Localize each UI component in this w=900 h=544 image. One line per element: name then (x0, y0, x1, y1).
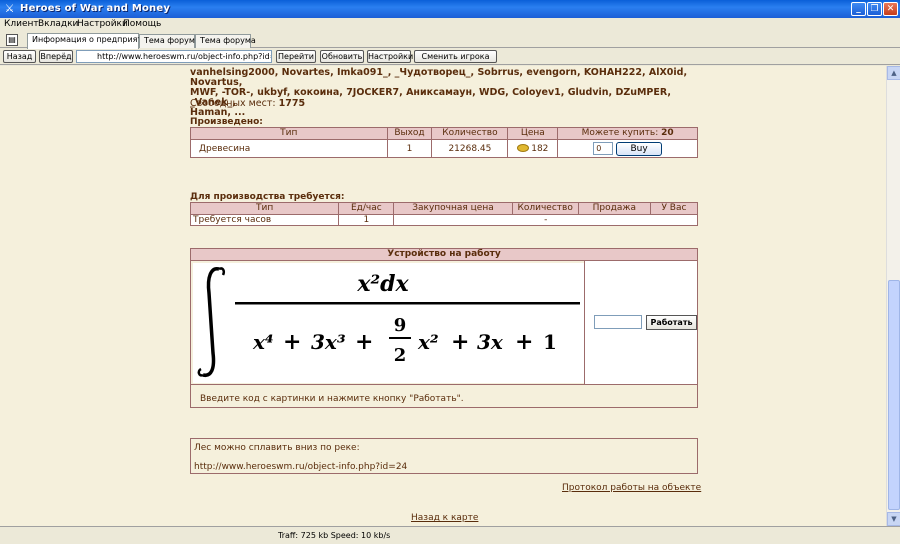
free-slots: Свободных мест: 1775 (190, 98, 305, 109)
switch-player-button[interactable]: Сменить игрока (414, 50, 497, 63)
cell-type: Древесина (190, 139, 388, 158)
back-button[interactable]: Назад (3, 50, 36, 63)
svg-text:x²dx: x²dx (356, 271, 409, 297)
col-per-hour: Ед/час (338, 202, 395, 215)
page-content: vanhelsing2000, Novartes, Imka091_, _Чуд… (0, 66, 886, 526)
gold-icon (517, 144, 530, 152)
menu-help[interactable]: Помощь (123, 19, 161, 29)
scroll-thumb[interactable] (888, 280, 900, 510)
cell-type: Требуется часов (189, 214, 340, 226)
col-quantity: Количество (511, 202, 579, 215)
cell-quantity: - (393, 214, 698, 226)
produced-title: Произведено: (190, 117, 263, 127)
url-input[interactable]: http://www.heroeswm.ru/object-info.php?i… (76, 50, 272, 63)
svg-text:3x³: 3x³ (311, 330, 346, 354)
protocol-link[interactable]: Протокол работы на объекте (562, 483, 701, 493)
title-bar: ⚔ Heroes of War and Money _ ❐ ✕ (0, 0, 900, 18)
svg-text:9: 9 (394, 315, 407, 336)
svg-text:+: + (283, 329, 301, 355)
info-note: Лес можно сплавить вниз по реке: http://… (190, 438, 698, 474)
minimize-button[interactable]: _ (851, 2, 866, 16)
work-button[interactable]: Работать (646, 315, 697, 330)
produced-table: Тип Выход Количество Цена Можете купить:… (190, 127, 698, 158)
buy-quantity-input[interactable]: 0 (593, 142, 614, 155)
menu-settings[interactable]: Настройки (77, 19, 128, 29)
player-list: vanhelsing2000, Novartes, Imka091_, _Чуд… (190, 68, 710, 118)
new-tab-icon[interactable]: ▤ (6, 34, 18, 46)
menu-bar: Клиент Вкладки Настройки Помощь (0, 18, 900, 32)
col-can-buy: Можете купить: 20 (557, 127, 698, 140)
tab-enterprise-info[interactable]: Информация о предприятии (27, 33, 153, 49)
info-note-link[interactable]: http://www.heroeswm.ru/object-info.php?i… (194, 462, 407, 472)
cell-buy: 0 Buy (557, 139, 698, 158)
col-sale: Продажа (577, 202, 651, 215)
required-table: Тип Ед/час Закупочная цена Количество Пр… (189, 202, 699, 226)
forward-button[interactable]: Вперёд (39, 50, 73, 63)
tab-forum-2[interactable]: Тема форума (195, 34, 256, 48)
cell-output: 1 (386, 139, 433, 158)
captcha-input[interactable] (594, 315, 642, 329)
free-slots-value: 1775 (278, 98, 306, 109)
col-quantity: Количество (431, 127, 509, 140)
traffic-status: Traff: 725 kb Speed: 10 kb/s (278, 531, 391, 540)
captcha-image: x²dx x⁴ + 3x³ + 9 2 x² + 3x + 1 (193, 263, 584, 383)
col-yours: У Вас (649, 202, 699, 215)
job-panel: Устройство на работу x²dx x⁴ + 3x³ + 9 2… (190, 248, 698, 408)
col-output: Выход (386, 127, 433, 140)
svg-text:3x: 3x (477, 330, 504, 354)
tab-forum-1[interactable]: Тема форума (139, 34, 200, 48)
table-row: Древесина 1 21268.45 182 0 Buy (190, 139, 698, 158)
col-type: Тип (190, 127, 388, 140)
back-to-map-link[interactable]: Назад к карте (411, 513, 478, 523)
settings-button[interactable]: Настройки (367, 50, 413, 63)
job-panel-title: Устройство на работу (191, 249, 697, 261)
menu-client[interactable]: Клиент (4, 19, 39, 29)
col-purchase-price: Закупочная цена (393, 202, 513, 215)
svg-text:x⁴: x⁴ (252, 330, 274, 354)
app-icon: ⚔ (4, 2, 15, 15)
info-note-text: Лес можно сплавить вниз по реке: (194, 443, 360, 453)
captcha-controls: Работать (584, 261, 697, 384)
svg-text:1: 1 (543, 330, 557, 354)
scroll-down-icon[interactable]: ▼ (887, 512, 900, 526)
cell-quantity: 21268.45 (431, 139, 509, 158)
svg-text:x²: x² (417, 330, 439, 354)
svg-text:+: + (355, 329, 373, 355)
table-row: Требуется часов 1 - (189, 214, 698, 226)
cell-price: 182 (507, 139, 559, 158)
col-type: Тип (189, 202, 340, 215)
go-button[interactable]: Перейти (276, 50, 316, 63)
captcha-instructions: Введите код с картинки и нажмите кнопку … (191, 384, 697, 408)
window-title: Heroes of War and Money (20, 3, 171, 14)
refresh-button[interactable]: Обновить (320, 50, 364, 63)
cell-per-hour: 1 (338, 214, 395, 226)
close-button[interactable]: ✕ (883, 2, 898, 16)
vertical-scrollbar[interactable]: ▲ ▼ (886, 66, 900, 526)
status-bar: Traff: 725 kb Speed: 10 kb/s (0, 526, 900, 544)
col-price: Цена (507, 127, 559, 140)
player-list-line: Haman, ... (190, 107, 246, 118)
required-title: Для производства требуется: (190, 192, 345, 202)
svg-text:2: 2 (394, 345, 407, 366)
menu-tabs[interactable]: Вкладки (38, 19, 78, 29)
svg-text:+: + (451, 329, 469, 355)
player-list-line: vanhelsing2000, Novartes, Imka091_, _Чуд… (190, 67, 688, 88)
can-buy-count: 20 (661, 128, 674, 138)
tab-bar: ▤ Информация о предприятии Тема форума Т… (0, 32, 900, 49)
maximize-button[interactable]: ❐ (867, 2, 882, 16)
free-slots-label: Свободных мест: (190, 98, 276, 109)
buy-button[interactable]: Buy (616, 141, 663, 156)
scroll-up-icon[interactable]: ▲ (887, 66, 900, 80)
svg-text:+: + (515, 329, 533, 355)
